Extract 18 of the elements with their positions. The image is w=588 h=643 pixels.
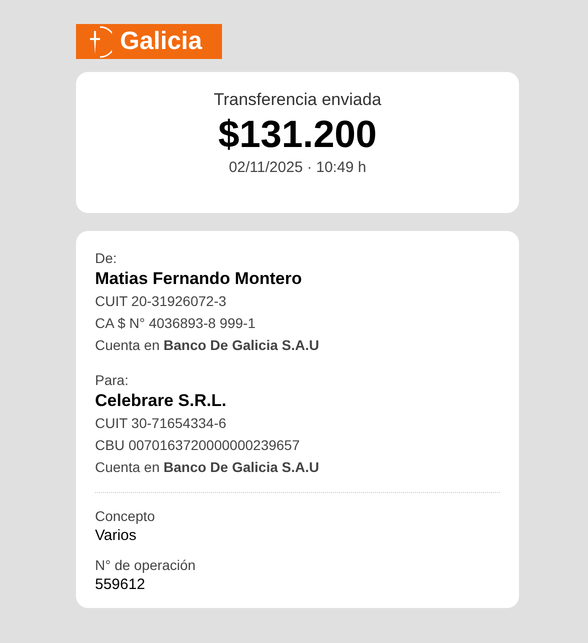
party-detail: CBU 0070163720000000239657 — [95, 436, 301, 455]
party-name: Celebrare S.R.L. — [95, 390, 228, 412]
party-detail: CA $ N° 4036893-8 999-1 — [95, 314, 256, 333]
detail-value: 559612 — [95, 575, 146, 595]
party-label: De: — [95, 249, 118, 268]
logo-text: Galicia — [120, 29, 202, 54]
detail-value: Varios — [95, 526, 138, 546]
date-time: 02/11/2025 · 10:49 h — [228, 158, 366, 178]
party-detail: Cuenta en Banco De Galicia S.A.U — [95, 336, 320, 355]
party-name: Matias Fernando Montero — [95, 268, 303, 290]
summary-title: Transferencia enviada — [214, 89, 382, 111]
party-label: Para: — [95, 371, 130, 390]
party-detail: Cuenta en Banco De Galicia S.A.U — [95, 458, 320, 477]
detail-label: N° de operación — [95, 556, 197, 575]
detail-label: Concepto — [95, 507, 156, 526]
party-detail: CUIT 30-71654334-6 — [95, 414, 228, 433]
party-detail: CUIT 20-31926072-3 — [95, 292, 228, 311]
amount: $131.200 — [218, 113, 377, 157]
